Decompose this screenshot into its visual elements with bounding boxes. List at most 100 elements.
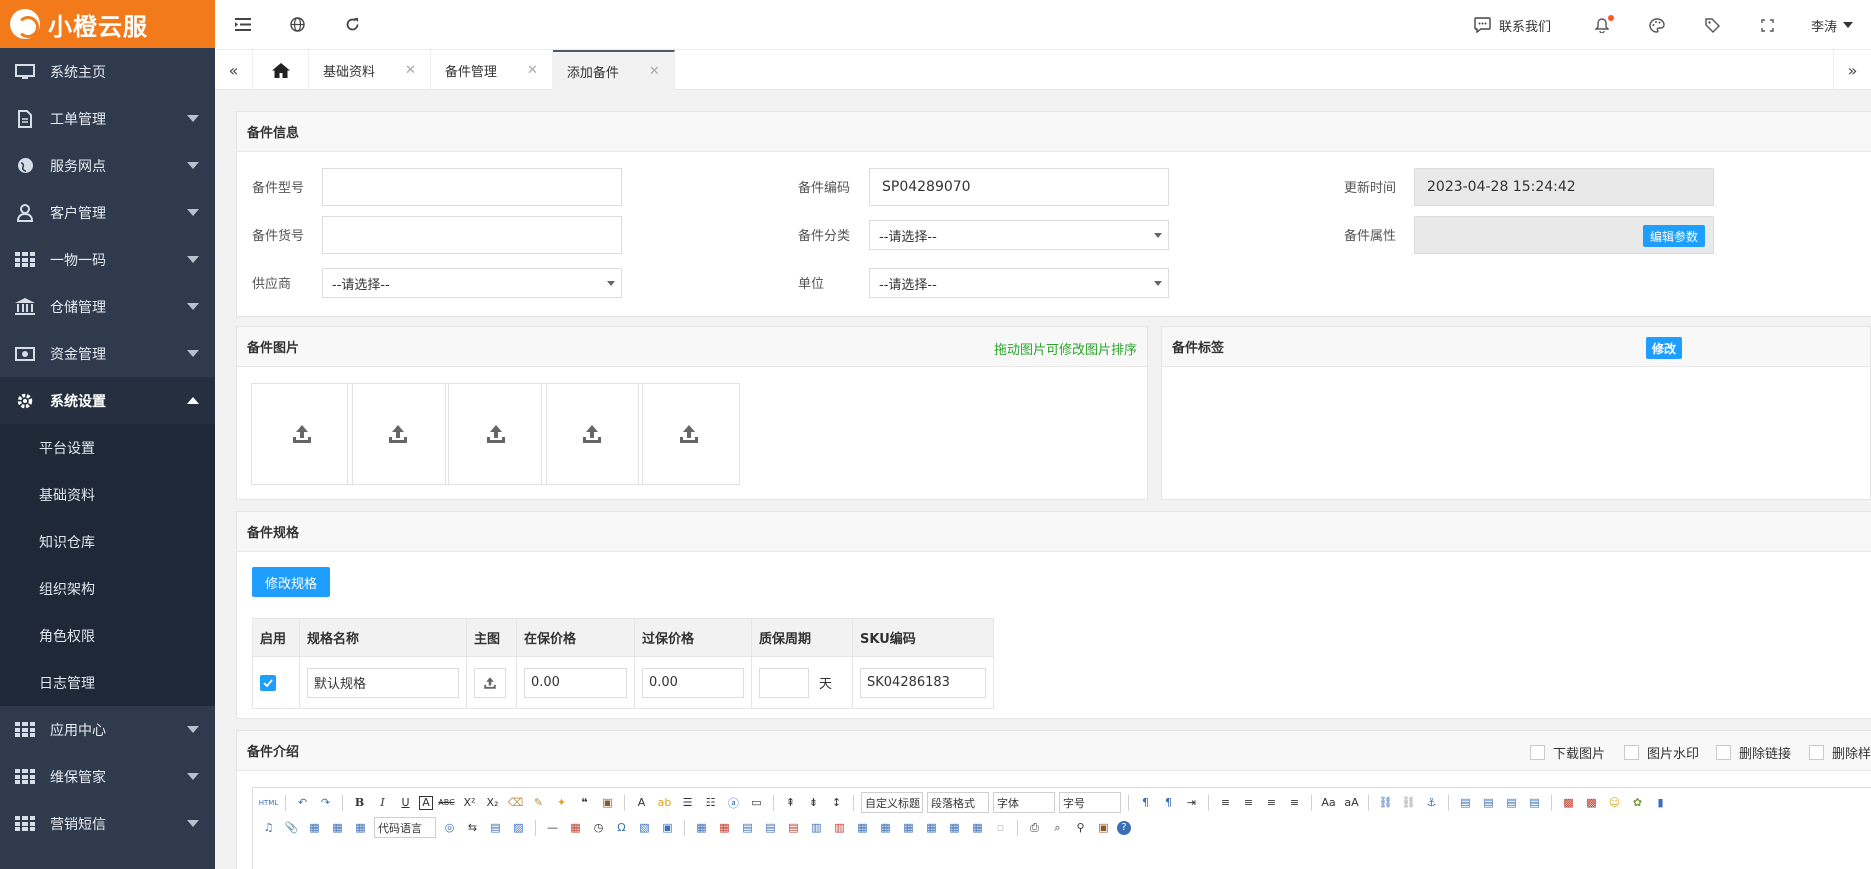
- image-upload-slot[interactable]: [251, 383, 353, 485]
- help-icon[interactable]: ?: [1117, 820, 1131, 835]
- eraser-icon[interactable]: ⌫: [506, 794, 525, 812]
- spec-name-input[interactable]: 默认规格: [307, 667, 459, 698]
- row-spacing-bottom-icon[interactable]: ⇟: [804, 794, 823, 812]
- print-icon[interactable]: ⎙: [1025, 819, 1044, 837]
- template-insert-icon[interactable]: ▨: [509, 819, 528, 837]
- image-left-icon[interactable]: ▤: [1479, 794, 1498, 812]
- merge-cells-icon[interactable]: ▦: [853, 819, 872, 837]
- close-icon[interactable]: ✕: [405, 63, 416, 78]
- split-rows-icon[interactable]: ▦: [945, 819, 964, 837]
- format-brush-icon[interactable]: ✎: [529, 794, 548, 812]
- fullscreen-icon[interactable]: [1740, 0, 1795, 50]
- insert-paragraph-before-table-icon[interactable]: ▤: [738, 819, 757, 837]
- undo-icon[interactable]: ↶: [293, 794, 312, 812]
- tab-basic-data[interactable]: 基础资料 ✕: [309, 50, 431, 90]
- align-center-icon[interactable]: ≡: [1239, 794, 1258, 812]
- main-image-upload[interactable]: [474, 667, 506, 698]
- sidebar-item-home[interactable]: 系统主页: [0, 48, 215, 95]
- submenu-logs[interactable]: 日志管理: [0, 659, 215, 706]
- special-chars-icon[interactable]: Ω: [612, 819, 631, 837]
- sku-code-input[interactable]: SK04286183: [860, 667, 986, 698]
- image-upload-slot[interactable]: [638, 383, 740, 485]
- notification-bell-icon[interactable]: [1575, 0, 1630, 50]
- close-icon[interactable]: ✕: [649, 64, 660, 79]
- submenu-knowledge-base[interactable]: 知识仓库: [0, 518, 215, 565]
- font-size-select[interactable]: 字号: [1059, 792, 1121, 813]
- tab-parts-management[interactable]: 备件管理 ✕: [431, 50, 553, 90]
- sidebar-item-maintenance[interactable]: 维保管家: [0, 753, 215, 800]
- rich-text-editor[interactable]: HTML ↶ ↷ B I U A ABC X² X₂ ⌫ ✎ ✦ ❝ ▣ A a…: [252, 787, 1871, 869]
- search-replace-icon[interactable]: ⚲: [1071, 819, 1090, 837]
- lowercase-icon[interactable]: aA: [1342, 794, 1361, 812]
- link-icon[interactable]: ⛓: [1376, 794, 1395, 812]
- rtl-icon[interactable]: ¶: [1159, 794, 1178, 812]
- paste-text-icon[interactable]: ▣: [598, 794, 617, 812]
- submenu-platform-settings[interactable]: 平台设置: [0, 424, 215, 471]
- submenu-organization[interactable]: 组织架构: [0, 565, 215, 612]
- delete-row-icon[interactable]: ▤: [784, 819, 803, 837]
- enable-checkbox[interactable]: [260, 674, 276, 691]
- auto-typeset-icon[interactable]: ✦: [552, 794, 571, 812]
- sidebar-item-funds[interactable]: 资金管理: [0, 330, 215, 377]
- italic-icon[interactable]: I: [373, 794, 392, 812]
- checkbox[interactable]: [1624, 745, 1639, 760]
- line-height-icon[interactable]: ↕: [827, 794, 846, 812]
- ordered-list-icon[interactable]: ☰: [678, 794, 697, 812]
- submenu-basic-data[interactable]: 基础资料: [0, 471, 215, 518]
- insert-table-icon[interactable]: ▦: [692, 819, 711, 837]
- remove-links-option[interactable]: 删除链接: [1716, 743, 1791, 762]
- home-tab[interactable]: [253, 50, 309, 90]
- download-images-option[interactable]: 下载图片: [1530, 743, 1605, 762]
- brand-logo[interactable]: 小橙云服: [0, 0, 215, 48]
- superscript-icon[interactable]: X²: [460, 794, 479, 812]
- anchor-icon[interactable]: ⚓: [1422, 794, 1441, 812]
- sidebar-item-qrcode[interactable]: 一物一码: [0, 236, 215, 283]
- custom-title-select[interactable]: 自定义标题: [861, 792, 923, 813]
- unit-select[interactable]: --请选择--: [869, 268, 1169, 298]
- sidebar-item-service-points[interactable]: 服务网点: [0, 142, 215, 189]
- image-none-icon[interactable]: ▤: [1456, 794, 1475, 812]
- tabs-scroll-right-icon[interactable]: »: [1833, 50, 1871, 90]
- unordered-list-icon[interactable]: ☷: [701, 794, 720, 812]
- edit-params-button[interactable]: 编辑参数: [1643, 225, 1705, 247]
- template-icon[interactable]: ⇆: [463, 819, 482, 837]
- attachment-icon[interactable]: 📎: [282, 819, 301, 837]
- clear-doc-icon[interactable]: ▭: [747, 794, 766, 812]
- uppercase-icon[interactable]: Aa: [1319, 794, 1338, 812]
- remove-styles-option[interactable]: 删除样式: [1809, 743, 1871, 762]
- sidebar-item-app-center[interactable]: 应用中心: [0, 706, 215, 753]
- map-icon[interactable]: ▦: [305, 819, 324, 837]
- tab-add-part[interactable]: 添加备件 ✕: [552, 50, 675, 90]
- music-icon[interactable]: ♫: [259, 819, 278, 837]
- split-cols-icon[interactable]: ▦: [968, 819, 987, 837]
- edit-tags-button[interactable]: 修改: [1646, 337, 1682, 359]
- tabs-scroll-left-icon[interactable]: «: [215, 50, 253, 90]
- iframe-icon[interactable]: ▦: [351, 819, 370, 837]
- insert-row-icon[interactable]: ▤: [761, 819, 780, 837]
- sidebar-item-settings[interactable]: 系统设置: [0, 377, 215, 424]
- theme-palette-icon[interactable]: [1630, 0, 1685, 50]
- supplier-select[interactable]: --请选择--: [322, 268, 622, 298]
- contact-us-link[interactable]: 联系我们: [1474, 16, 1551, 35]
- delete-col-icon[interactable]: ▥: [830, 819, 849, 837]
- part-sku-input[interactable]: [322, 216, 622, 254]
- sidebar-item-sms[interactable]: 营销短信: [0, 800, 215, 847]
- date-icon[interactable]: ▦: [566, 819, 585, 837]
- row-spacing-top-icon[interactable]: ⇞: [781, 794, 800, 812]
- image-upload-slot[interactable]: [347, 383, 449, 485]
- merge-down-icon[interactable]: ▦: [899, 819, 918, 837]
- image-center-icon[interactable]: ▤: [1525, 794, 1544, 812]
- strikethrough-icon[interactable]: ABC: [437, 794, 456, 812]
- image-watermark-option[interactable]: 图片水印: [1624, 743, 1699, 762]
- emotion-icon[interactable]: ☺: [1605, 794, 1624, 812]
- edit-spec-button[interactable]: 修改规格: [252, 567, 330, 597]
- html-source-icon[interactable]: HTML: [259, 794, 278, 812]
- horizontal-rule-icon[interactable]: —: [543, 819, 562, 837]
- code-language-select[interactable]: 代码语言: [374, 817, 436, 838]
- background-icon[interactable]: ▤: [486, 819, 505, 837]
- unlink-icon[interactable]: ⛓: [1399, 794, 1418, 812]
- checkbox[interactable]: [1716, 745, 1731, 760]
- align-left-icon[interactable]: ≡: [1216, 794, 1235, 812]
- ltr-icon[interactable]: ¶: [1136, 794, 1155, 812]
- google-map-icon[interactable]: ▦: [328, 819, 347, 837]
